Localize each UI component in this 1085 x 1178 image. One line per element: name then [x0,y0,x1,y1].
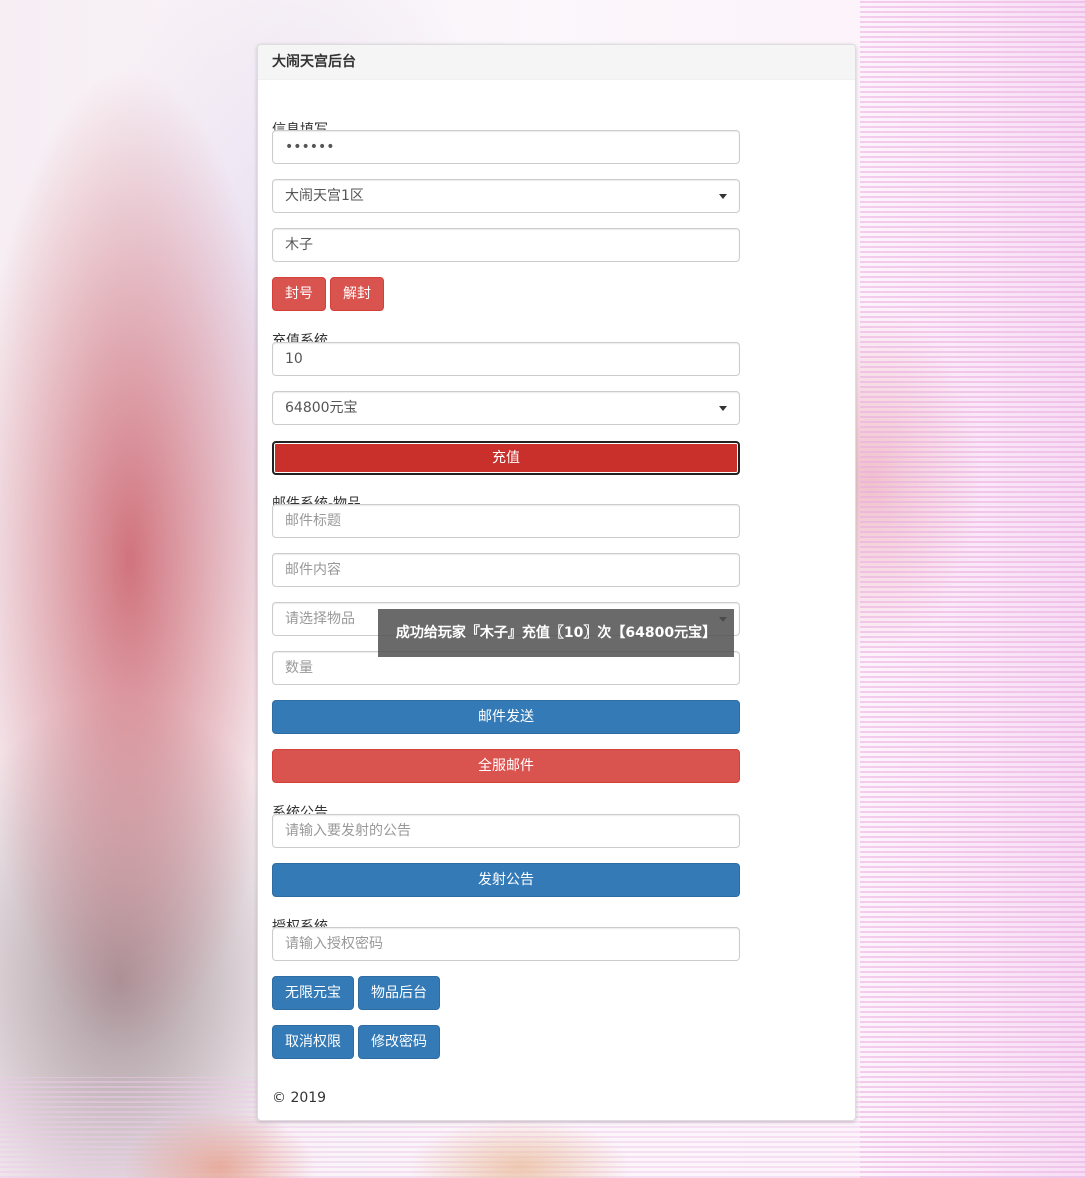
unban-button[interactable]: 解封 [330,277,384,311]
items-admin-button[interactable]: 物品后台 [358,976,440,1010]
footer-copyright: © 2019 [272,1090,327,1106]
recharge-count-input[interactable]: 10 [272,342,740,376]
server-select[interactable]: 大闹天宫1区 [272,179,740,213]
change-password-button[interactable]: 修改密码 [358,1025,440,1059]
send-announcement-button[interactable]: 发射公告 [272,863,740,897]
mail-item-placeholder: 请选择物品 [285,611,355,627]
send-all-mail-button[interactable]: 全服邮件 [272,749,740,783]
player-name-input[interactable]: 木子 [272,228,740,262]
background-stripes [860,0,1085,1178]
chevron-down-icon [719,194,727,199]
auth-password-input[interactable]: 请输入授权密码 [272,927,740,961]
admin-panel: 大闹天宫后台 信息填写 •••••• 大闹天宫1区 木子 封号 解封 充值系统 … [257,44,856,1121]
panel-title: 大闹天宫后台 [258,45,855,80]
recharge-package-value: 64800元宝 [285,400,358,416]
password-field[interactable]: •••••• [272,130,740,164]
success-toast: 成功给玩家『木子』充值〖10〗次【64800元宝】 [378,609,734,657]
mail-title-input[interactable]: 邮件标题 [272,504,740,538]
send-mail-button[interactable]: 邮件发送 [272,700,740,734]
unlimited-ingot-button[interactable]: 无限元宝 [272,976,354,1010]
announcement-input[interactable]: 请输入要发射的公告 [272,814,740,848]
recharge-button[interactable]: 充值 [272,441,740,475]
chevron-down-icon [719,406,727,411]
revoke-permission-button[interactable]: 取消权限 [272,1025,354,1059]
recharge-package-select[interactable]: 64800元宝 [272,391,740,425]
server-select-value: 大闹天宫1区 [285,188,364,204]
ban-button[interactable]: 封号 [272,277,326,311]
mail-content-input[interactable]: 邮件内容 [272,553,740,587]
